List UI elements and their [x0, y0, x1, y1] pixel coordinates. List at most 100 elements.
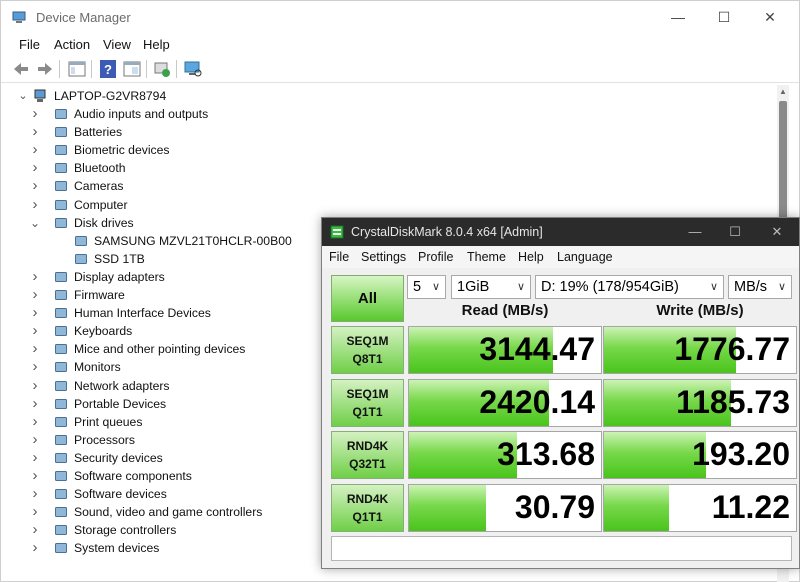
chevron-right-icon[interactable]: ›: [29, 141, 41, 159]
tree-item-label: Computer: [74, 197, 128, 212]
menu-view[interactable]: View: [103, 37, 131, 52]
chevron-right-icon[interactable]: ›: [29, 340, 41, 358]
chevron-right-icon[interactable]: ›: [29, 377, 41, 395]
scroll-up-arrow-icon[interactable]: ▲: [777, 87, 789, 96]
cdm-menu-help[interactable]: Help: [518, 250, 544, 264]
battery-icon: [55, 127, 67, 138]
toolbar-separator: [176, 60, 177, 78]
tree-category-item[interactable]: › Cameras: [9, 177, 729, 195]
bluetooth-icon: [55, 163, 67, 174]
cdm-close-button[interactable]: ✕: [757, 218, 797, 246]
chevron-right-icon[interactable]: ›: [29, 159, 41, 177]
camera-icon: [55, 181, 67, 192]
tree-category-item[interactable]: › Audio inputs and outputs: [9, 105, 729, 123]
cdm-minimize-button[interactable]: —: [675, 218, 715, 246]
chevron-right-icon[interactable]: ›: [29, 105, 41, 123]
maximize-button[interactable]: ☐: [701, 1, 747, 33]
dm-title-bar[interactable]: Device Manager — ☐ ✕: [1, 1, 799, 33]
chevron-right-icon[interactable]: ›: [29, 449, 41, 467]
cdm-menu-language[interactable]: Language: [557, 250, 613, 264]
firmware-icon: [55, 290, 67, 300]
tree-item-label: Portable Devices: [74, 396, 167, 411]
chevron-down-icon[interactable]: ⌄: [29, 214, 41, 232]
chevron-right-icon[interactable]: ›: [29, 395, 41, 413]
tree-item-label: Firmware: [74, 288, 125, 302]
tree-category-item[interactable]: › Biometric devices: [9, 141, 729, 159]
tree-item-label: Monitors: [74, 360, 121, 375]
test-rnd4k-q32t1-button[interactable]: RND4K Q32T1: [331, 431, 404, 479]
chevron-right-icon[interactable]: ›: [29, 304, 41, 322]
read-result-bar: [409, 484, 486, 531]
chevron-down-icon: ∨: [777, 281, 786, 293]
tree-category-item[interactable]: › Bluetooth: [9, 159, 729, 177]
test-count-select[interactable]: 5 ∨: [407, 275, 446, 299]
printer-icon: [55, 416, 67, 427]
help-icon[interactable]: ?: [98, 59, 118, 79]
cdm-title-bar[interactable]: CrystalDiskMark 8.0.4 x64 [Admin] — ☐ ✕: [322, 218, 799, 246]
back-icon[interactable]: [11, 59, 31, 79]
test-name-line2: Q1T1: [352, 509, 383, 524]
update-driver-icon[interactable]: [152, 59, 172, 79]
test-seq1m-q1t1-button[interactable]: SEQ1M Q1T1: [331, 378, 404, 427]
read-result-cell: 30.79: [408, 483, 602, 532]
chevron-right-icon[interactable]: ›: [29, 123, 41, 141]
chevron-right-icon[interactable]: ›: [29, 431, 41, 449]
write-column-header: Write (MB/s): [656, 302, 744, 319]
read-result-value: 30.79: [514, 488, 595, 525]
cdm-maximize-button[interactable]: ☐: [715, 218, 755, 246]
system-device-icon: [55, 543, 67, 554]
read-result-cell: 313.68: [408, 431, 602, 479]
show-hide-console-tree-icon[interactable]: [67, 59, 87, 79]
chevron-right-icon[interactable]: ›: [29, 177, 41, 195]
test-seq1m-q8t1-button[interactable]: SEQ1M Q8T1: [331, 326, 404, 374]
chevron-right-icon[interactable]: ›: [29, 467, 41, 485]
chevron-right-icon[interactable]: ›: [29, 286, 41, 304]
menu-file[interactable]: File: [19, 37, 40, 52]
chevron-right-icon[interactable]: ›: [29, 503, 41, 521]
comment-input[interactable]: [331, 536, 792, 561]
hid-icon: [55, 308, 67, 319]
test-size-select[interactable]: 1GiB ∨: [451, 275, 531, 299]
tree-item-label: Processors: [74, 432, 135, 447]
tree-item-label: Cameras: [74, 179, 124, 194]
forward-icon[interactable]: [35, 59, 55, 79]
tree-root[interactable]: ⌄ LAPTOP-G2VR8794: [9, 87, 309, 105]
minimize-button[interactable]: —: [655, 1, 701, 33]
drive-value: D: 19% (178/954GiB): [541, 279, 679, 295]
tree-category-item[interactable]: › Computer: [9, 196, 729, 214]
run-all-button[interactable]: All: [331, 275, 404, 322]
tree-item-label: SAMSUNG MZVL21T0HCLR-00B00: [94, 233, 292, 248]
cdm-menu-file[interactable]: File: [329, 250, 349, 264]
scan-hardware-icon[interactable]: [183, 59, 203, 79]
cdm-menu-settings[interactable]: Settings: [361, 250, 406, 264]
chevron-right-icon[interactable]: ›: [29, 196, 41, 214]
cdm-menu-bar: File Settings Profile Theme Help Languag…: [322, 246, 799, 268]
read-result-value: 313.68: [497, 436, 595, 472]
dm-window-title: Device Manager: [36, 10, 131, 25]
chevron-right-icon[interactable]: ›: [29, 521, 41, 539]
properties-icon[interactable]: [122, 59, 142, 79]
menu-help[interactable]: Help: [143, 37, 170, 52]
chevron-right-icon[interactable]: ›: [29, 322, 41, 340]
tree-item-label: Batteries: [74, 125, 123, 140]
cdm-menu-theme[interactable]: Theme: [467, 250, 506, 264]
chevron-right-icon[interactable]: ›: [29, 358, 41, 376]
chevron-right-icon[interactable]: ›: [29, 485, 41, 503]
chevron-right-icon[interactable]: ›: [29, 539, 41, 557]
test-rnd4k-q1t1-button[interactable]: RND4K Q1T1: [331, 483, 404, 532]
chevron-down-icon[interactable]: ⌄: [17, 87, 29, 105]
cdm-menu-profile[interactable]: Profile: [418, 250, 453, 264]
unit-select[interactable]: MB/s ∨: [728, 275, 792, 299]
keyboard-icon: [55, 326, 67, 337]
write-result-cell: 1185.73: [603, 378, 797, 427]
test-name-line1: RND4K: [346, 491, 389, 506]
chevron-right-icon[interactable]: ›: [29, 268, 41, 286]
close-button[interactable]: ✕: [747, 1, 793, 33]
tree-category-item[interactable]: › Batteries: [9, 123, 729, 141]
drive-select[interactable]: D: 19% (178/954GiB) ∨: [535, 275, 724, 299]
menu-action[interactable]: Action: [54, 37, 90, 52]
processor-icon: [55, 434, 67, 445]
disk-drive-icon: [55, 217, 67, 228]
write-result-value: 193.20: [692, 436, 790, 472]
chevron-right-icon[interactable]: ›: [29, 413, 41, 431]
